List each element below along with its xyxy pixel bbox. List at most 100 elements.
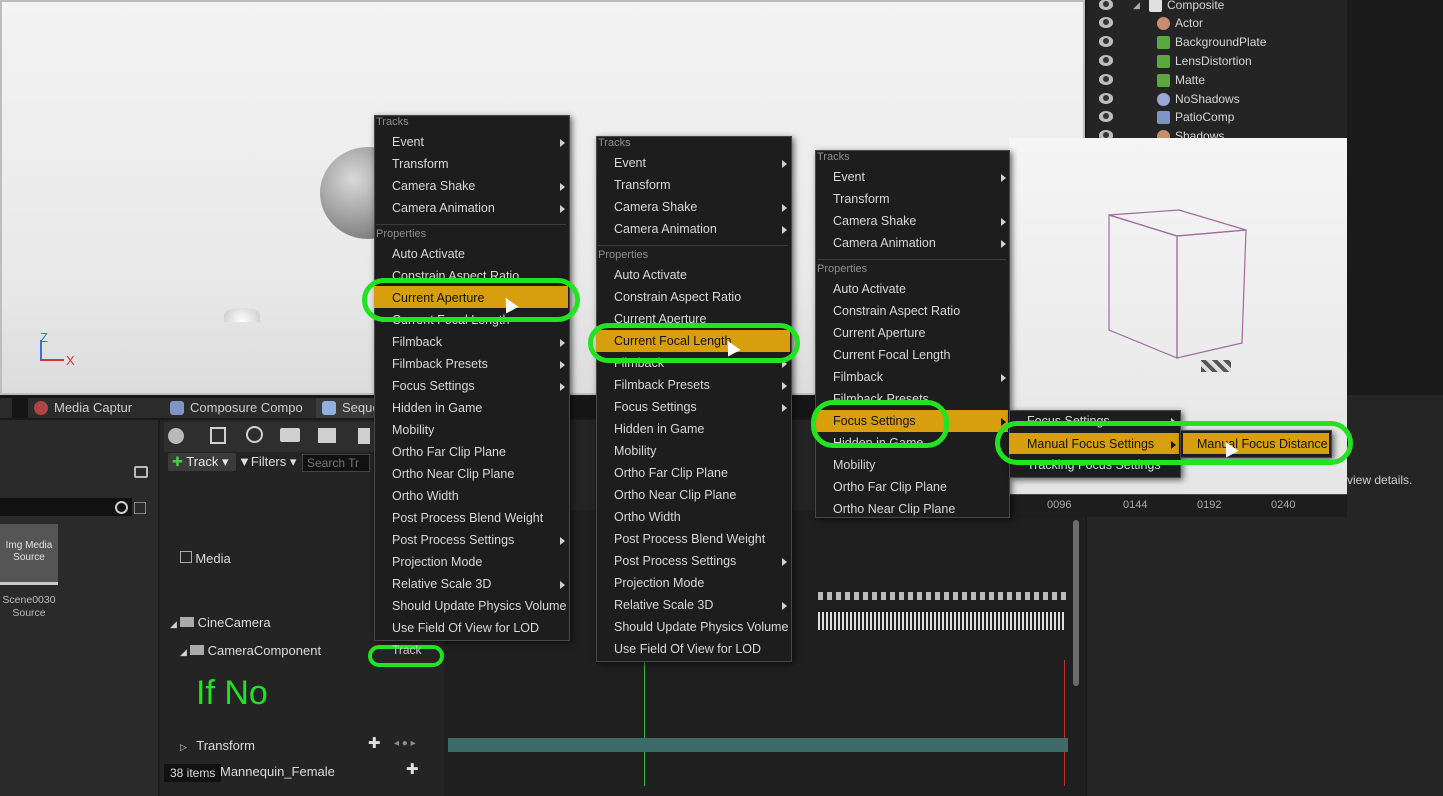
menu-item[interactable]: Camera Shake [614, 200, 697, 214]
menu-item[interactable]: Ortho Width [392, 489, 459, 503]
visibility-eye-icon[interactable] [1099, 74, 1113, 85]
menu-item[interactable]: Ortho Far Clip Plane [833, 480, 947, 494]
asset-thumbnail[interactable]: Img Media Source [0, 524, 58, 585]
visibility-eye-icon[interactable] [1099, 17, 1113, 28]
sequencer-icon [322, 401, 336, 415]
search-icon[interactable] [246, 426, 263, 443]
menu-item[interactable]: Transform [833, 192, 890, 206]
add-track-button[interactable]: ✚ Track ▾ [168, 453, 236, 471]
menu-item[interactable]: Hidden in Game [614, 422, 704, 436]
menu-item[interactable]: Filmback Presets [392, 357, 488, 371]
outliner-row[interactable]: LensDistortion [1087, 52, 1347, 71]
menu-item[interactable]: Mobility [614, 444, 656, 458]
save-icon[interactable] [210, 427, 226, 444]
menu-item[interactable]: Camera Animation [614, 222, 717, 236]
menu-item[interactable]: Ortho Far Clip Plane [392, 445, 506, 459]
outliner-row[interactable]: ◢ Composite [1087, 0, 1347, 15]
lock-icon[interactable] [134, 466, 148, 478]
menu-item[interactable]: Filmback [833, 370, 883, 384]
menu-item[interactable]: Post Process Settings [614, 554, 736, 568]
tab-composure[interactable]: Composure Compo [164, 398, 322, 418]
visibility-eye-icon[interactable] [1099, 36, 1113, 47]
menu-item[interactable]: Hidden in Game [392, 401, 482, 415]
filters-button[interactable]: ▼Filters ▾ [238, 454, 296, 470]
menu-item[interactable]: Relative Scale 3D [392, 577, 491, 591]
save-search-icon[interactable] [134, 502, 146, 514]
menu-item[interactable]: Event [392, 135, 424, 149]
outliner-row[interactable]: Actor [1087, 14, 1347, 33]
menu-item[interactable]: Mobility [833, 458, 875, 472]
menu-item[interactable]: Mobility [392, 423, 434, 437]
menu-item[interactable]: Post Process Blend Weight [392, 511, 543, 525]
track-row-cinecamera[interactable]: ◢ CineCamera [170, 615, 271, 630]
menu-item[interactable]: Focus Settings [392, 379, 475, 393]
transform-keyframe-track[interactable] [448, 738, 1068, 752]
visibility-eye-icon[interactable] [1099, 93, 1113, 104]
menu-item[interactable]: Post Process Settings [392, 533, 514, 547]
keyframe-strip [818, 592, 1066, 600]
menu-item[interactable]: Event [833, 170, 865, 184]
submenu-arrow-icon [560, 383, 565, 391]
menu-item[interactable]: Auto Activate [614, 268, 687, 282]
tab-media-capture[interactable]: Media Captur [28, 398, 166, 418]
menu-item[interactable]: Camera Animation [392, 201, 495, 215]
expand-arrow-icon[interactable]: ▷ [180, 742, 187, 752]
expand-arrow-icon[interactable]: ◢ [1133, 0, 1140, 15]
visibility-eye-icon[interactable] [1099, 111, 1113, 122]
menu-item[interactable]: Camera Shake [833, 214, 916, 228]
menu-item[interactable]: Constrain Aspect Ratio [614, 290, 741, 304]
menu-item[interactable]: Filmback [392, 335, 442, 349]
clapper-icon[interactable] [318, 428, 336, 443]
menu-item[interactable]: Ortho Near Clip Plane [833, 502, 955, 516]
menu-item[interactable]: Constrain Aspect Ratio [833, 304, 960, 318]
menu-item[interactable]: Camera Shake [392, 179, 475, 193]
expand-arrow-icon[interactable]: ◢ [180, 647, 187, 657]
search-icon[interactable] [115, 501, 128, 514]
menu-item[interactable]: Use Field Of View for LOD [392, 621, 539, 635]
menu-item[interactable]: Focus Settings [614, 400, 697, 414]
menu-item[interactable]: Ortho Far Clip Plane [614, 466, 728, 480]
timeline-scrollbar[interactable] [1073, 520, 1079, 686]
menu-item[interactable]: Auto Activate [833, 282, 906, 296]
menu-item[interactable]: Should Update Physics Volume [614, 620, 788, 634]
details-hint: view details. [1347, 473, 1413, 487]
track-row-transform[interactable]: ▷ Transform [180, 738, 255, 753]
outliner-row[interactable]: PatioComp [1087, 108, 1347, 127]
outliner-row[interactable]: NoShadows [1087, 90, 1347, 109]
track-row-cameracomponent[interactable]: ◢ CameraComponent [180, 643, 321, 658]
camera-icon[interactable] [280, 428, 300, 442]
menu-item[interactable]: Auto Activate [392, 247, 465, 261]
menu-item[interactable]: Projection Mode [614, 576, 704, 590]
menu-item[interactable]: Projection Mode [392, 555, 482, 569]
menu-item[interactable]: Transform [392, 157, 449, 171]
menu-item[interactable]: Filmback Presets [614, 378, 710, 392]
visibility-eye-icon[interactable] [1099, 55, 1113, 66]
menu-item[interactable]: Relative Scale 3D [614, 598, 713, 612]
menu-item[interactable]: Current Focal Length [833, 348, 950, 362]
menu-item[interactable]: Ortho Near Clip Plane [392, 467, 514, 481]
add-key-icon[interactable]: ✚ [368, 734, 381, 752]
add-key-icon[interactable]: ✚ [406, 760, 419, 778]
track-row-mannequin[interactable]: Mannequin_Female [220, 764, 335, 779]
menu-item[interactable]: Should Update Physics Volume [392, 599, 566, 613]
outliner-row[interactable]: Matte [1087, 71, 1347, 90]
menu-item[interactable]: Current Aperture [833, 326, 925, 340]
menu-item[interactable]: Event [614, 156, 646, 170]
menu-item[interactable]: Ortho Near Clip Plane [614, 488, 736, 502]
visibility-eye-icon[interactable] [1099, 0, 1113, 10]
outliner-row[interactable]: BackgroundPlate [1087, 33, 1347, 52]
submenu-arrow-icon [560, 581, 565, 589]
tab-partial[interactable] [0, 398, 12, 418]
key-nav-icon[interactable]: ◂ ● ▸ [394, 738, 416, 749]
menu-item[interactable]: Camera Animation [833, 236, 936, 250]
asset-search-bar[interactable] [0, 498, 132, 516]
track-search-input[interactable] [302, 454, 370, 472]
track-row-media[interactable]: Media [180, 551, 231, 566]
menu-item[interactable]: Ortho Width [614, 510, 681, 524]
menu-item[interactable]: Post Process Blend Weight [614, 532, 765, 546]
menu-item[interactable]: Transform [614, 178, 671, 192]
menu-item[interactable]: Use Field Of View for LOD [614, 642, 761, 656]
expand-arrow-icon[interactable]: ◢ [170, 619, 177, 629]
wrench-icon[interactable] [358, 428, 370, 444]
world-icon[interactable] [168, 428, 184, 444]
